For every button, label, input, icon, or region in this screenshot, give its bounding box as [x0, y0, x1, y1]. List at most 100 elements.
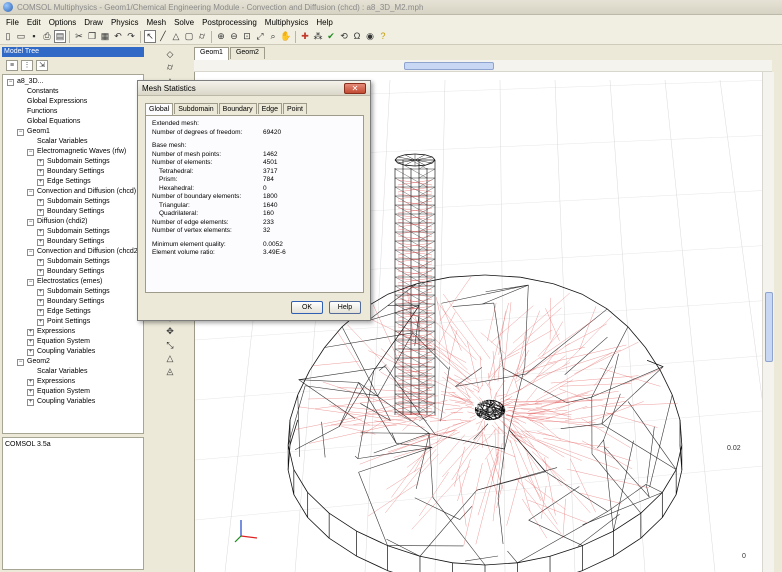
tab-subdomain[interactable]: Subdomain: [174, 103, 218, 114]
cut-icon[interactable]: ✂: [73, 30, 85, 43]
print-icon[interactable]: ⎙: [41, 30, 53, 43]
tree-item[interactable]: − Diffusion (chdi2): [3, 217, 143, 227]
tree-item[interactable]: + Boundary Settings: [3, 167, 143, 177]
expand-icon[interactable]: +: [37, 269, 44, 276]
expand-icon[interactable]: +: [37, 309, 44, 316]
scroll-thumb[interactable]: [404, 62, 494, 70]
draw-line-icon[interactable]: ╱: [157, 30, 169, 43]
tree-item[interactable]: + Boundary Settings: [3, 237, 143, 247]
expand-icon[interactable]: +: [37, 259, 44, 266]
tree-item[interactable]: + Edge Settings: [3, 307, 143, 317]
tree-detail-icon[interactable]: ⋮: [21, 59, 33, 71]
mesh-icon[interactable]: ✚: [299, 30, 311, 43]
menu-solve[interactable]: Solve: [170, 18, 198, 27]
tree-item[interactable]: + Point Settings: [3, 317, 143, 327]
zoom-in-icon[interactable]: ⊕: [215, 30, 227, 43]
copy-icon[interactable]: ❐: [86, 30, 98, 43]
tree-expand-icon[interactable]: ⇲: [36, 59, 48, 71]
tetra-icon[interactable]: △: [163, 353, 177, 364]
tab-edge[interactable]: Edge: [257, 103, 282, 114]
vertical-scrollbar[interactable]: [762, 72, 774, 572]
new-file-icon[interactable]: ▯: [2, 30, 14, 43]
collapse-icon[interactable]: −: [27, 279, 34, 286]
expand-icon[interactable]: +: [27, 389, 34, 396]
expand-icon[interactable]: +: [37, 239, 44, 246]
collapse-icon[interactable]: −: [17, 129, 24, 136]
expand-icon[interactable]: +: [37, 209, 44, 216]
tree-item[interactable]: − Convection and Diffusion (chcd2): [3, 247, 143, 257]
expand-icon[interactable]: +: [37, 199, 44, 206]
solve-icon[interactable]: ✔: [325, 30, 337, 43]
collapse-icon[interactable]: −: [27, 249, 34, 256]
tree-item[interactable]: + Coupling Variables: [3, 397, 143, 407]
tree-item[interactable]: + Subdomain Settings: [3, 287, 143, 297]
tree-item[interactable]: + Boundary Settings: [3, 207, 143, 217]
select-icon[interactable]: ↖: [144, 30, 156, 43]
collapse-icon[interactable]: −: [7, 79, 14, 86]
tree-item[interactable]: + Boundary Settings: [3, 267, 143, 277]
properties-icon[interactable]: ▤: [54, 30, 66, 43]
tree-item[interactable]: − Convection and Diffusion (chcd): [3, 187, 143, 197]
menu-multiphysics[interactable]: Multiphysics: [261, 18, 313, 27]
tree-item[interactable]: + Edge Settings: [3, 177, 143, 187]
tree-item[interactable]: Constants: [3, 87, 143, 97]
menu-physics[interactable]: Physics: [107, 18, 143, 27]
restart-icon[interactable]: ⟲: [338, 30, 350, 43]
menu-help[interactable]: Help: [312, 18, 336, 27]
paste-icon[interactable]: ▦: [99, 30, 111, 43]
draw-triangle-icon[interactable]: △: [170, 30, 182, 43]
prism-icon[interactable]: ◬: [163, 366, 177, 377]
tab-geom2[interactable]: Geom2: [229, 47, 265, 59]
tab-boundary[interactable]: Boundary: [218, 103, 257, 114]
menu-postprocessing[interactable]: Postprocessing: [198, 18, 261, 27]
collapse-icon[interactable]: −: [27, 219, 34, 226]
collapse-icon[interactable]: −: [17, 359, 24, 366]
tree-item[interactable]: Scalar Variables: [3, 137, 143, 147]
collapse-icon[interactable]: −: [27, 149, 34, 156]
expand-icon[interactable]: +: [37, 299, 44, 306]
tree-item[interactable]: + Expressions: [3, 327, 143, 337]
tree-item[interactable]: + Coupling Variables: [3, 347, 143, 357]
menu-edit[interactable]: Edit: [23, 18, 45, 27]
tree-item[interactable]: − Geom2: [3, 357, 143, 367]
zoom-extents-icon[interactable]: ⤢: [254, 30, 266, 43]
tree-item[interactable]: + Subdomain Settings: [3, 227, 143, 237]
zoom-selected-icon[interactable]: ⌕: [267, 30, 279, 43]
expand-icon[interactable]: +: [37, 229, 44, 236]
tree-item[interactable]: Global Equations: [3, 117, 143, 127]
tab-global[interactable]: Global: [145, 103, 174, 115]
menu-file[interactable]: File: [2, 18, 23, 27]
tree-view-icon[interactable]: ≡: [6, 59, 18, 71]
collapse-icon[interactable]: −: [27, 189, 34, 196]
expand-icon[interactable]: +: [27, 339, 34, 346]
tree-item[interactable]: + Boundary Settings: [3, 297, 143, 307]
help-button[interactable]: Help: [329, 301, 361, 314]
scroll-thumb[interactable]: [765, 292, 773, 362]
tree-item[interactable]: + Subdomain Settings: [3, 157, 143, 167]
undo-icon[interactable]: ↶: [112, 30, 124, 43]
expand-icon[interactable]: +: [27, 349, 34, 356]
tree-item[interactable]: Scalar Variables: [3, 367, 143, 377]
close-icon[interactable]: ✕: [344, 83, 366, 94]
expand-icon[interactable]: +: [27, 379, 34, 386]
ok-button[interactable]: OK: [291, 301, 323, 314]
expand-icon[interactable]: +: [37, 319, 44, 326]
expand-icon[interactable]: +: [37, 159, 44, 166]
help-icon[interactable]: ?: [377, 30, 389, 43]
tree-item[interactable]: + Equation System: [3, 337, 143, 347]
tree-item[interactable]: + Subdomain Settings: [3, 197, 143, 207]
open-icon[interactable]: ▭: [15, 30, 27, 43]
tab-point[interactable]: Point: [282, 103, 307, 114]
horizontal-scrollbar[interactable]: [194, 60, 772, 72]
refine-mesh-icon[interactable]: ⁂: [312, 30, 324, 43]
expand-icon[interactable]: +: [37, 179, 44, 186]
expand-icon[interactable]: +: [27, 329, 34, 336]
tree-item[interactable]: + Subdomain Settings: [3, 257, 143, 267]
draw-cylinder-icon[interactable]: ⌭: [196, 30, 208, 43]
move-icon[interactable]: ✥: [163, 326, 177, 337]
tree-item[interactable]: + Expressions: [3, 377, 143, 387]
tree-item[interactable]: − Electrostatics (emes): [3, 277, 143, 287]
tab-geom1[interactable]: Geom1: [194, 47, 229, 60]
tree-item[interactable]: Functions: [3, 107, 143, 117]
redo-icon[interactable]: ↷: [125, 30, 137, 43]
